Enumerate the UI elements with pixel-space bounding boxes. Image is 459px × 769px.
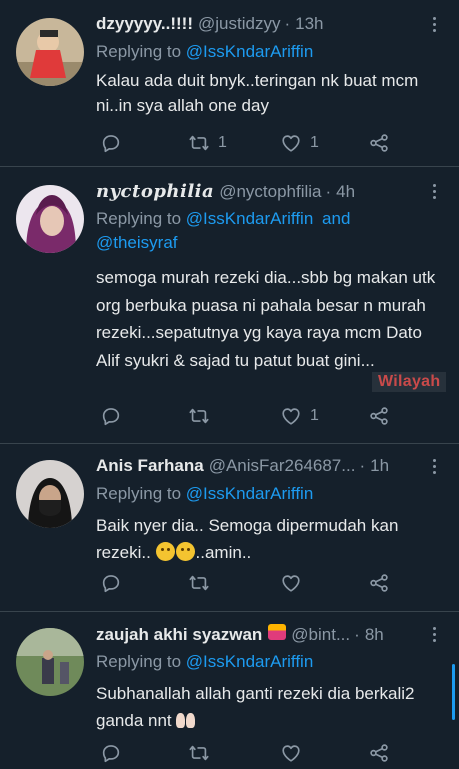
user-handle[interactable]: @nyctophfilia bbox=[219, 182, 321, 202]
mention-link[interactable]: @theisyraf bbox=[96, 233, 178, 252]
display-name[interactable]: Anis Farhana bbox=[96, 456, 204, 476]
display-name[interactable]: dzyyyyy..!!!! bbox=[96, 14, 193, 34]
reply-button[interactable] bbox=[100, 132, 130, 154]
reply-button[interactable] bbox=[100, 405, 130, 427]
smile-emoji-icon bbox=[175, 542, 195, 561]
more-icon[interactable] bbox=[427, 181, 441, 201]
tweet[interactable]: nyctophilia @nyctophfilia · 4h Replying … bbox=[0, 167, 459, 444]
avatar[interactable] bbox=[16, 460, 84, 528]
share-button[interactable] bbox=[368, 132, 390, 154]
tweet-text: Kalau ada duit bnyk..teringan nk buat mc… bbox=[96, 71, 419, 115]
replying-to: Replying to @IssKndarAriffin bbox=[96, 482, 449, 506]
replying-to: Replying to @IssKndarAriffin bbox=[96, 650, 449, 674]
tweet-text: Baik nyer dia.. Semoga dipermudah kan re… bbox=[96, 512, 449, 566]
tweet[interactable]: zaujah akhi syazwan @bint... · 8h Replyi… bbox=[0, 612, 459, 769]
share-icon bbox=[368, 132, 390, 154]
tweet[interactable]: Anis Farhana @AnisFar264687... · 1h Repl… bbox=[0, 444, 459, 612]
smile-emoji-icon bbox=[155, 542, 175, 561]
praying-hands-emoji-icon bbox=[175, 713, 195, 728]
replying-to: Replying to @IssKndarAriffin and @theisy… bbox=[96, 207, 449, 255]
user-handle[interactable]: @bint... bbox=[291, 625, 350, 645]
like-button[interactable] bbox=[280, 572, 310, 594]
separator-dot: · bbox=[284, 14, 291, 33]
more-icon[interactable] bbox=[427, 14, 441, 34]
reply-icon bbox=[100, 405, 122, 427]
tweet-actions: 1 bbox=[96, 405, 426, 431]
more-icon[interactable] bbox=[427, 456, 441, 476]
tweet-text: semoga murah rezeki dia...sbb bg makan u… bbox=[96, 268, 436, 370]
like-icon bbox=[280, 572, 302, 594]
share-button[interactable] bbox=[368, 742, 390, 764]
avatar[interactable] bbox=[16, 18, 84, 86]
retweet-icon bbox=[188, 742, 210, 764]
reply-icon bbox=[100, 572, 122, 594]
retweet-button[interactable] bbox=[188, 742, 218, 764]
timestamp[interactable]: 4h bbox=[336, 182, 355, 202]
tweet-actions bbox=[96, 572, 426, 598]
share-icon bbox=[368, 572, 390, 594]
retweet-button[interactable] bbox=[188, 572, 218, 594]
watermark: Wilayah bbox=[372, 372, 447, 392]
user-handle[interactable]: @AnisFar264687... bbox=[209, 456, 356, 476]
replying-to: Replying to @IssKndarAriffin bbox=[96, 40, 449, 64]
tweet-actions bbox=[96, 742, 426, 768]
scrollbar-thumb[interactable] bbox=[452, 664, 455, 720]
reply-icon bbox=[100, 132, 122, 154]
like-count: 1 bbox=[310, 134, 319, 151]
mention-and: and bbox=[322, 209, 351, 228]
mention-link[interactable]: @IssKndarAriffin bbox=[186, 652, 314, 671]
like-icon bbox=[280, 405, 302, 427]
share-icon bbox=[368, 742, 390, 764]
like-button[interactable]: 1 bbox=[280, 132, 319, 154]
display-name[interactable]: zaujah akhi syazwan bbox=[96, 625, 262, 645]
tweet-actions: 1 1 bbox=[96, 132, 426, 158]
reply-icon bbox=[100, 742, 122, 764]
separator-dot: · bbox=[359, 456, 366, 475]
like-button[interactable] bbox=[280, 742, 310, 764]
replying-to-label: Replying to bbox=[96, 484, 182, 503]
share-icon bbox=[368, 405, 390, 427]
timestamp[interactable]: 13h bbox=[295, 14, 323, 34]
mention-link[interactable]: @IssKndarAriffin bbox=[186, 484, 314, 503]
mention-link[interactable]: @IssKndarAriffin bbox=[186, 209, 314, 228]
timestamp[interactable]: 8h bbox=[365, 625, 384, 645]
like-icon bbox=[280, 132, 302, 154]
retweet-icon bbox=[188, 132, 210, 154]
emoji-badge-icon bbox=[268, 624, 287, 640]
separator-dot: · bbox=[354, 625, 360, 644]
like-button[interactable]: 1 bbox=[280, 405, 319, 427]
replying-to-label: Replying to bbox=[96, 209, 182, 228]
retweet-button[interactable]: 1 bbox=[188, 132, 227, 154]
tweet[interactable]: dzyyyyy..!!!! @justidzyy · 13h Replying … bbox=[0, 0, 459, 167]
like-icon bbox=[280, 742, 302, 764]
mention-link[interactable]: @IssKndarAriffin bbox=[186, 42, 314, 61]
retweet-count: 1 bbox=[218, 134, 227, 151]
avatar[interactable] bbox=[16, 185, 84, 253]
tweet-text-main: Subhanallah allah ganti rezeki dia berka… bbox=[96, 684, 415, 730]
retweet-icon bbox=[188, 572, 210, 594]
display-name[interactable]: nyctophilia bbox=[96, 181, 214, 202]
share-button[interactable] bbox=[368, 572, 390, 594]
replying-to-label: Replying to bbox=[96, 42, 182, 61]
timestamp[interactable]: 1h bbox=[370, 456, 389, 476]
reply-button[interactable] bbox=[100, 742, 130, 764]
replying-to-label: Replying to bbox=[96, 652, 182, 671]
retweet-icon bbox=[188, 405, 210, 427]
tweet-text: Subhanallah allah ganti rezeki dia berka… bbox=[96, 680, 449, 734]
user-handle[interactable]: @justidzyy bbox=[198, 14, 280, 34]
separator-dot: · bbox=[325, 182, 332, 201]
tweet-text-tail: ..amin.. bbox=[195, 543, 252, 562]
reply-button[interactable] bbox=[100, 572, 130, 594]
like-count: 1 bbox=[310, 407, 319, 424]
more-icon[interactable] bbox=[427, 624, 441, 644]
retweet-button[interactable] bbox=[188, 405, 218, 427]
avatar[interactable] bbox=[16, 628, 84, 696]
share-button[interactable] bbox=[368, 405, 390, 427]
